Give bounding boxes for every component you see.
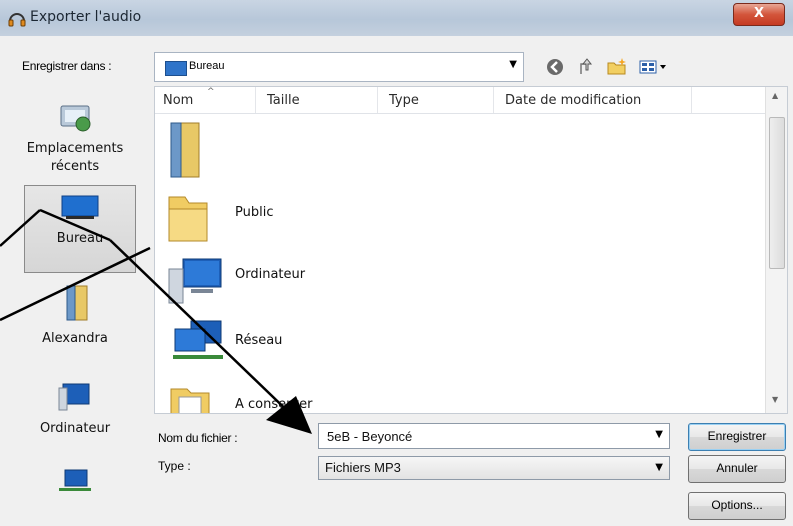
file-type-value: Fichiers MP3: [325, 460, 401, 475]
chevron-down-icon: ▼: [655, 462, 663, 473]
sidebar-item-label: Bureau: [56, 231, 104, 246]
file-type-dropdown[interactable]: Fichiers MP3 ▼: [318, 456, 670, 480]
sidebar-item-ordinateur[interactable]: Ordinateur: [16, 376, 134, 446]
desktop-icon: [165, 61, 187, 76]
sidebar-item-recent-places[interactable]: Emplacements récents: [16, 96, 134, 180]
recent-places-icon: [60, 105, 91, 132]
vertical-scrollbar[interactable]: ▲ ▼: [765, 87, 787, 413]
sidebar-item-bureau[interactable]: Bureau: [24, 185, 136, 273]
column-separator[interactable]: [377, 87, 378, 113]
window-title: Exporter l'audio: [30, 9, 142, 25]
user-folder-icon: [170, 122, 200, 178]
sidebar-item-alexandra[interactable]: Alexandra: [16, 282, 134, 366]
network-icon: [59, 469, 91, 491]
column-separator[interactable]: [691, 87, 692, 113]
sort-ascending-icon: ^: [207, 87, 215, 97]
toolbar: [540, 54, 690, 80]
column-header-type[interactable]: Type: [389, 93, 419, 108]
column-separator[interactable]: [255, 87, 256, 113]
column-header-date[interactable]: Date de modification: [505, 93, 641, 108]
folder-icon: [168, 196, 208, 242]
sidebar-item-label: Alexandra: [42, 331, 108, 346]
up-folder-icon[interactable]: [576, 56, 598, 78]
filename-field[interactable]: [327, 427, 627, 445]
headphones-icon: [8, 13, 26, 27]
list-item[interactable]: Public: [155, 187, 755, 247]
sidebar-item-reseau[interactable]: [16, 466, 134, 516]
list-header: Nom ^ Taille Type Date de modification: [155, 87, 765, 114]
folder-icon: [170, 388, 210, 413]
cancel-button[interactable]: Annuler: [688, 455, 786, 483]
user-folder-icon: [66, 285, 88, 321]
chevron-down-icon: ▼: [509, 59, 517, 70]
places-bar: Emplacements récents Bureau Alexandra Or…: [16, 86, 146, 526]
new-folder-icon[interactable]: [606, 56, 628, 78]
title-bar[interactable]: Exporter l'audio X: [0, 0, 793, 36]
desktop-icon: [61, 195, 99, 219]
scroll-up-icon[interactable]: ▲: [772, 91, 778, 100]
view-menu-icon[interactable]: [638, 56, 674, 78]
list-item-label: Réseau: [235, 333, 283, 348]
computer-icon: [168, 258, 222, 304]
save-in-label: Enregistrer dans :: [22, 59, 112, 73]
list-item-label: Public: [235, 205, 274, 220]
sidebar-item-label: Ordinateur: [39, 421, 111, 436]
list-item[interactable]: Ordinateur: [155, 249, 755, 309]
back-icon[interactable]: [544, 56, 566, 78]
column-header-name[interactable]: Nom: [163, 93, 193, 108]
list-item-label: A conserver: [235, 397, 313, 412]
list-item[interactable]: [155, 119, 755, 179]
chevron-down-icon[interactable]: ▼: [655, 429, 663, 440]
computer-icon: [58, 383, 90, 411]
filename-combobox[interactable]: ▼: [318, 423, 670, 449]
type-label: Type :: [158, 459, 191, 473]
column-header-size[interactable]: Taille: [267, 93, 300, 108]
file-list[interactable]: Nom ^ Taille Type Date de modification P…: [154, 86, 788, 414]
close-button[interactable]: X: [733, 3, 785, 26]
list-item[interactable]: A conserver: [155, 377, 755, 413]
filename-label: Nom du fichier :: [158, 431, 238, 445]
save-in-value: Bureau: [189, 60, 225, 72]
column-separator[interactable]: [493, 87, 494, 113]
sidebar-item-label: Emplacements récents: [26, 141, 124, 174]
options-button[interactable]: Options...: [688, 492, 786, 520]
save-dialog: Exporter l'audio X Enregistrer dans : Bu…: [0, 0, 793, 526]
scroll-down-icon[interactable]: ▼: [772, 395, 778, 404]
scrollbar-thumb[interactable]: [769, 117, 785, 269]
save-button[interactable]: Enregistrer: [688, 423, 786, 451]
save-in-dropdown[interactable]: Bureau ▼: [154, 52, 524, 82]
list-item[interactable]: Réseau: [155, 315, 755, 375]
list-item-label: Ordinateur: [235, 267, 306, 282]
network-icon: [173, 320, 223, 359]
